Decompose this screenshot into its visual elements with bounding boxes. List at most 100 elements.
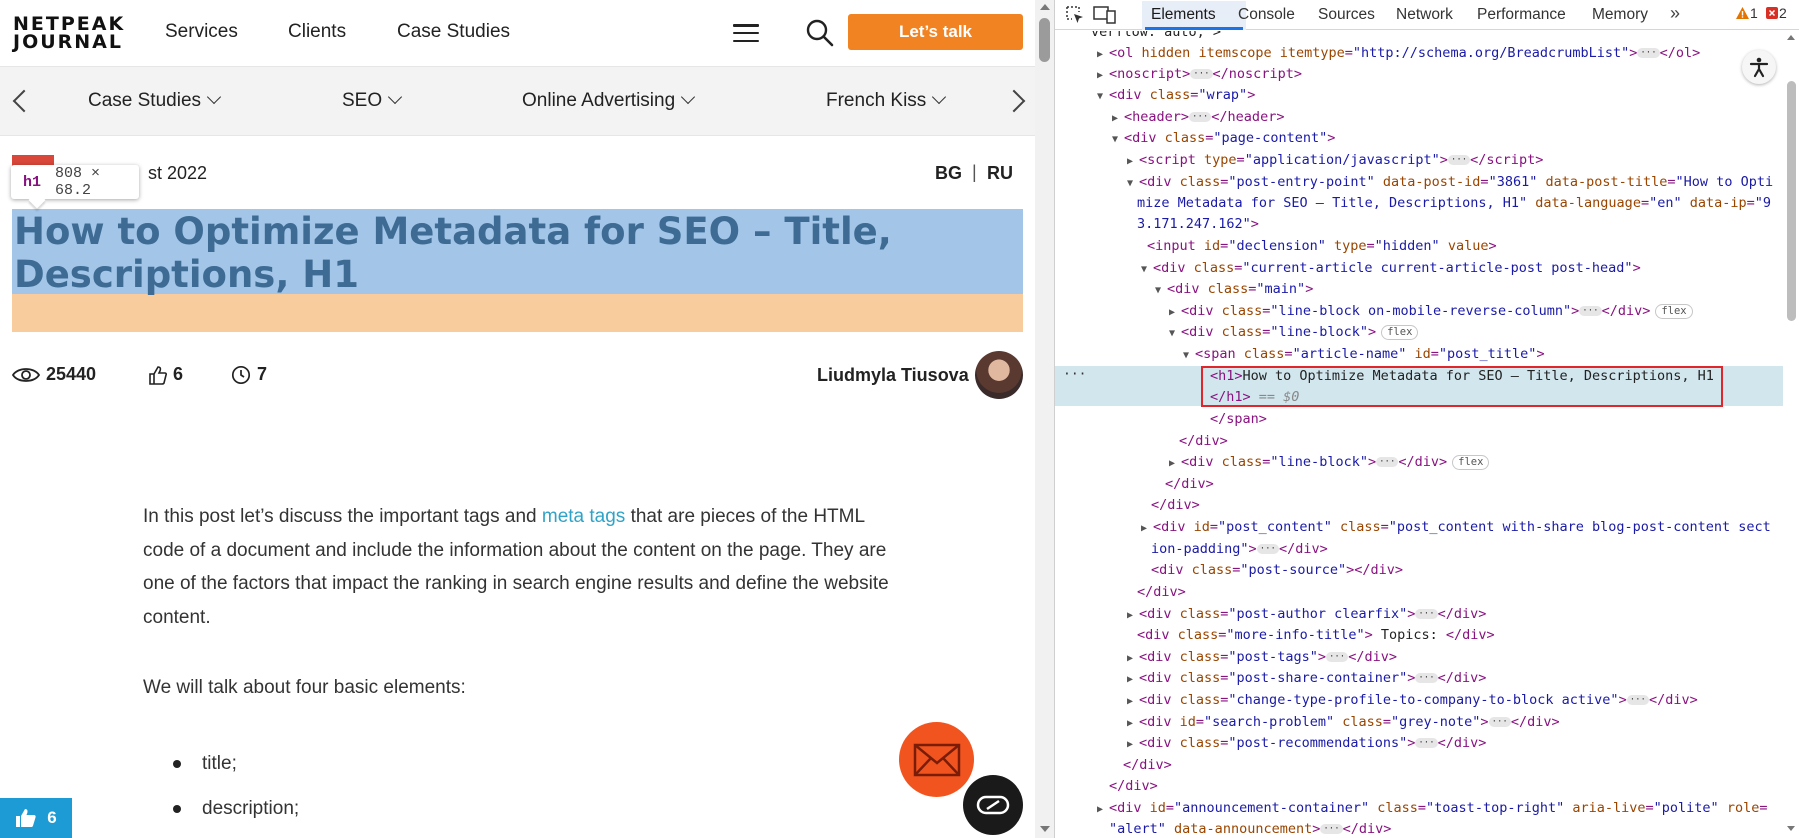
- dom-node[interactable]: ▼ <div class="line-block"> flex: [1169, 322, 1419, 342]
- dom-node[interactable]: <input id="declension" type="hidden" val…: [1147, 236, 1497, 256]
- page-scrollbar[interactable]: [1035, 0, 1054, 838]
- lets-talk-button[interactable]: Let’s talk: [848, 14, 1023, 50]
- errors-count: 2: [1779, 5, 1787, 21]
- language-separator: |: [972, 162, 977, 182]
- dom-node[interactable]: ▼ <div class="current-article current-art…: [1141, 258, 1641, 278]
- tab-console[interactable]: Console: [1238, 6, 1295, 24]
- category-prev-arrow-icon[interactable]: [12, 89, 36, 113]
- author-name[interactable]: Liudmyla Tiusova: [817, 365, 969, 386]
- chevron-down-icon: [932, 89, 947, 105]
- accessibility-icon: [1749, 57, 1769, 78]
- category-seo[interactable]: SEO: [342, 89, 403, 112]
- chevron-down-icon: [388, 89, 403, 105]
- devtools-scrollbar[interactable]: [1783, 31, 1799, 838]
- tab-elements[interactable]: Elements: [1151, 6, 1216, 24]
- scroll-up-icon[interactable]: [1040, 4, 1050, 10]
- selected-node-outline: [1201, 366, 1723, 407]
- errors-counter[interactable]: 2: [1765, 5, 1787, 21]
- nav-link-clients[interactable]: Clients: [288, 21, 346, 43]
- category-case-studies[interactable]: Case Studies: [88, 89, 222, 112]
- menu-icon[interactable]: [733, 24, 759, 42]
- dom-node[interactable]: ▶ <div class="post-share-container"> ··· </…: [1127, 668, 1486, 688]
- envelope-icon: [913, 743, 960, 776]
- dom-node: </div>: [1137, 584, 1186, 600]
- dom-node[interactable]: ▶ <header> ··· </header>: [1112, 107, 1284, 127]
- inspect-highlight-margin: [12, 294, 1023, 332]
- chat-icon: [976, 795, 1010, 815]
- node-actions-icon[interactable]: ···: [1063, 367, 1086, 382]
- category-online-advertising[interactable]: Online Advertising: [522, 89, 696, 112]
- category-next-arrow-icon[interactable]: [1002, 89, 1026, 113]
- read-time: 7: [231, 364, 267, 385]
- tab-performance[interactable]: Performance: [1477, 6, 1566, 24]
- newsletter-button[interactable]: [899, 722, 974, 797]
- chevron-down-icon: [681, 89, 696, 105]
- dom-node[interactable]: ▶ <div class="change-type-profile-to-comp…: [1127, 690, 1698, 710]
- device-toolbar-icon[interactable]: [1093, 5, 1117, 25]
- author-avatar[interactable]: [975, 351, 1023, 399]
- meta-tags-link[interactable]: meta tags: [542, 506, 625, 527]
- chevron-down-icon: [206, 89, 222, 105]
- dom-node[interactable]: ▶ <div class="post-recommendations"> ··· </…: [1127, 733, 1486, 753]
- inspect-element-icon[interactable]: [1065, 5, 1085, 25]
- category-bar: Case Studies SEO Online Advertising Fren…: [0, 66, 1035, 136]
- site-logo[interactable]: NETPEAK JOURNAL: [13, 15, 125, 52]
- dom-node[interactable]: ▶ <div class="post-tags"> ··· </div>: [1127, 647, 1397, 667]
- warnings-counter[interactable]: 1: [1735, 5, 1758, 21]
- tab-memory[interactable]: Memory: [1592, 6, 1648, 24]
- clock-icon: [231, 365, 251, 384]
- eye-icon: [12, 367, 40, 382]
- read-time-value: 7: [257, 364, 268, 384]
- dom-node: </div>: [1165, 476, 1214, 492]
- dom-node[interactable]: ▶ <div class="post-author clearfix"> ··· </…: [1127, 604, 1486, 624]
- chat-button[interactable]: [963, 775, 1023, 835]
- language-bg-link[interactable]: BG: [935, 163, 962, 184]
- dom-node[interactable]: ▼ <span class="article-name" id="post_tit…: [1183, 344, 1545, 364]
- category-label: Online Advertising: [522, 90, 676, 111]
- scroll-thumb[interactable]: [1787, 81, 1796, 321]
- inspect-tooltip: h1 808 × 68.2: [11, 165, 139, 199]
- paragraph-text: In this post let’s discuss the important…: [143, 506, 542, 527]
- dom-node[interactable]: ▶ <div id="post_content" class="post_cont…: [1141, 517, 1771, 537]
- nav-link-services[interactable]: Services: [165, 21, 238, 43]
- search-icon[interactable]: [805, 18, 835, 48]
- category-label: French Kiss: [826, 90, 927, 111]
- dom-node[interactable]: ▶ <div class="line-block on-mobile-revers…: [1169, 301, 1693, 321]
- dom-node[interactable]: ▼ <div class="main">: [1155, 279, 1313, 299]
- dom-node[interactable]: ▼ <div class="page-content">: [1112, 128, 1335, 148]
- dom-node: mize Metadata for SEO – Title, Descripti…: [1137, 195, 1772, 211]
- category-french-kiss[interactable]: French Kiss: [826, 89, 947, 112]
- article-body: In this post let’s discuss the important…: [143, 500, 903, 831]
- accessibility-button[interactable]: [1742, 50, 1776, 84]
- dom-node[interactable]: <div class="post-source"></div>: [1151, 560, 1403, 580]
- scroll-thumb[interactable]: [1039, 18, 1050, 62]
- scroll-down-icon[interactable]: [1040, 826, 1050, 832]
- dom-node[interactable]: ▶ <div id="search-problem" class="grey-no…: [1127, 712, 1560, 732]
- more-tabs-icon[interactable]: »: [1670, 3, 1680, 24]
- dom-node[interactable]: ▶ <noscript> ··· </noscript>: [1097, 64, 1302, 84]
- views-count: 25440: [12, 364, 96, 385]
- language-ru-link[interactable]: RU: [987, 163, 1013, 184]
- thumbs-up-icon: [16, 809, 36, 827]
- like-widget-count: 6: [47, 808, 57, 827]
- tab-sources[interactable]: Sources: [1318, 6, 1375, 24]
- floating-like-button[interactable]: 6: [0, 798, 72, 838]
- dom-node[interactable]: ▼ <div class="post-entry-point" data-post…: [1127, 172, 1773, 192]
- likes-count[interactable]: 6: [149, 364, 183, 385]
- scroll-up-icon[interactable]: [1787, 35, 1795, 40]
- dom-node[interactable]: ▼ <div class="wrap">: [1097, 85, 1255, 105]
- dom-node[interactable]: ▶ <div class="line-block"> ··· </div> flex: [1169, 452, 1490, 472]
- dom-node[interactable]: ▶ <ol hidden itemscope itemtype="http://s…: [1097, 43, 1700, 63]
- tab-network[interactable]: Network: [1396, 6, 1453, 24]
- likes-value: 6: [173, 364, 184, 384]
- dom-node[interactable]: ▶ <script type="application/javascript"> ·…: [1127, 150, 1543, 170]
- nav-link-case-studies[interactable]: Case Studies: [397, 21, 510, 43]
- dom-node: </div>: [1179, 433, 1228, 449]
- dom-node[interactable]: <div class="more-info-title"> Topics: </…: [1137, 625, 1495, 645]
- devtools-toolbar: Elements Console Sources Network Perform…: [1055, 0, 1799, 30]
- dom-node: 3.171.247.162">: [1137, 216, 1259, 232]
- dom-node[interactable]: verflow: auto; >: [1091, 31, 1221, 42]
- web-page-viewport: NETPEAK JOURNAL Services Clients Case St…: [0, 0, 1035, 838]
- scroll-down-icon[interactable]: [1787, 826, 1795, 831]
- dom-node[interactable]: ▶ <div id="announcement-container" class=…: [1097, 798, 1767, 818]
